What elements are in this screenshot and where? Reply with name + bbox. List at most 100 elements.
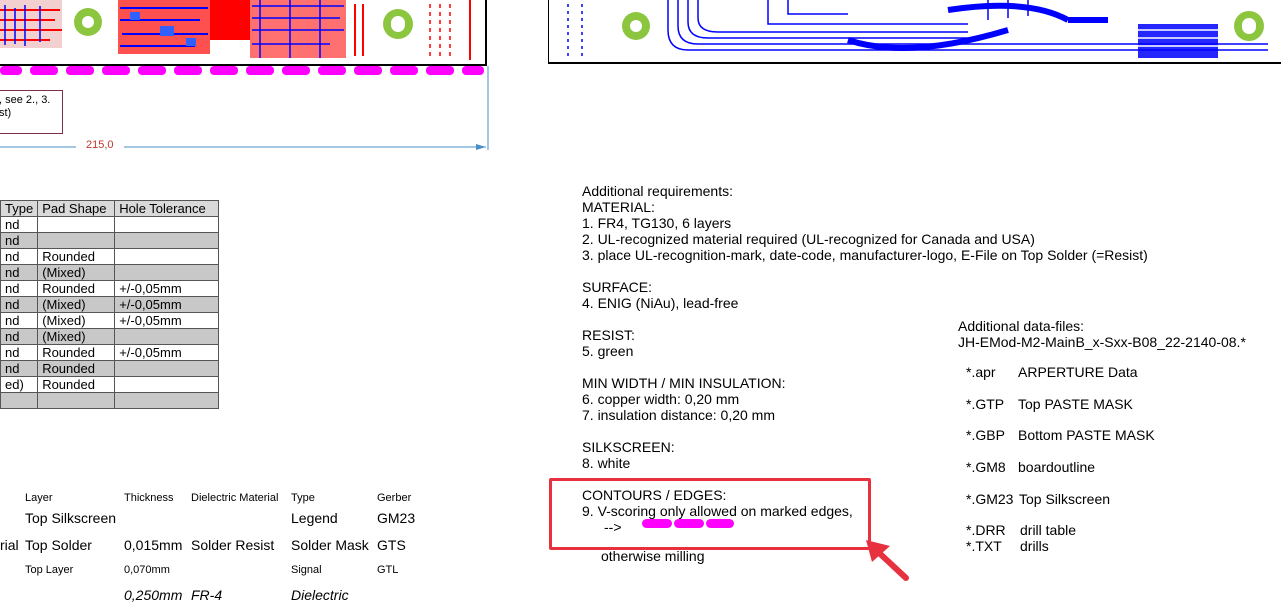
stackup-row3-gerber: GTL	[377, 564, 399, 576]
drill-cell-type: nd	[0, 264, 39, 281]
requirement-3: 3. place UL-recognition-mark, date-code,…	[582, 247, 1148, 263]
drill-table: Type Pad Shape Hole Tolerance nd nd nd Roun…	[0, 200, 220, 409]
drill-cell-pad-shape: (Mixed)	[37, 264, 116, 281]
v-score-marks	[0, 66, 484, 75]
stackup-row2-layer: Top Solder	[25, 537, 92, 553]
drill-cell-pad-shape: (Mixed)	[37, 312, 116, 329]
note-callout-line2: st)	[0, 107, 12, 119]
drill-table-header: Type Pad Shape Hole Tolerance	[0, 200, 220, 217]
mounting-hole-right-2	[1234, 11, 1264, 41]
highlight-box	[549, 478, 871, 550]
stackup-row2-dielectric: Solder Resist	[191, 537, 275, 553]
drill-cell-hole-tolerance: +/-0,05mm	[114, 280, 220, 297]
datafiles-filename: JH-EMod-M2-MainB_x-Sxx-B08_22-2140-08.*	[958, 334, 1246, 350]
requirement-2: 2. UL-recognized material required (UL-r…	[582, 231, 1035, 247]
drill-cell-pad-shape: Rounded	[37, 344, 116, 361]
requirement-1: 1. FR4, TG130, 6 layers	[582, 215, 732, 231]
datafile-ext: *.DRR	[966, 522, 1006, 538]
stackup-row2-thickness: 0,015mm	[124, 537, 183, 553]
note-callout-line1: , see 2., 3.	[0, 94, 51, 106]
drill-cell-hole-tolerance	[114, 232, 220, 249]
drill-cell-pad-shape: Rounded	[37, 360, 116, 377]
datafile-ext: *.GTP	[966, 396, 1005, 412]
datafile-desc: Top Silkscreen	[1019, 491, 1111, 507]
pcb-top-view-left	[0, 0, 489, 150]
stackup-row1-type: Legend	[291, 510, 338, 526]
stackup-header-layer: Layer	[25, 492, 53, 504]
drill-table-row: nd Rounded +/-0,05mm	[0, 344, 220, 361]
drill-table-body: nd nd nd Rounded nd (Mixed) nd Rounded +/-0,05mm…	[0, 216, 220, 409]
copper-pour	[1138, 24, 1218, 58]
datafile-desc: Bottom PASTE MASK	[1018, 427, 1155, 443]
surface-heading: SURFACE:	[582, 279, 653, 295]
drill-header-hole-tolerance: Hole Tolerance	[114, 200, 220, 217]
datafiles-title: Additional data-files:	[958, 318, 1085, 334]
drill-table-row: nd Rounded +/-0,05mm	[0, 280, 220, 297]
drill-table-row: nd (Mixed) +/-0,05mm	[0, 296, 220, 313]
drill-cell-type: nd	[0, 360, 39, 377]
drill-cell-type: nd	[0, 344, 39, 361]
requirement-9-milling: otherwise milling	[601, 548, 705, 564]
pcb-bottom-view-right	[548, 0, 1281, 64]
datafile-desc: Top PASTE MASK	[1018, 396, 1133, 412]
drill-cell-pad-shape	[37, 232, 116, 249]
stackup-header-thickness: Thickness	[124, 492, 174, 504]
datafile-ext: *.apr	[966, 364, 996, 380]
drill-cell-type: nd	[0, 216, 39, 233]
drill-cell-type: nd	[0, 328, 39, 345]
drill-table-row: ed) Rounded	[0, 376, 220, 393]
drill-table-row: nd (Mixed)	[0, 264, 220, 281]
requirement-4: 4. ENIG (NiAu), lead-free	[582, 295, 739, 311]
drill-cell-hole-tolerance	[114, 216, 220, 233]
drill-cell-hole-tolerance	[114, 392, 220, 409]
stackup-row2-gerber: GTS	[377, 537, 406, 553]
drill-cell-type: nd	[0, 248, 39, 265]
stackup-row3-layer: Top Layer	[25, 564, 74, 576]
stackup-row1-layer: Top Silkscreen	[25, 510, 117, 526]
drill-cell-hole-tolerance	[114, 264, 220, 281]
drill-cell-type	[0, 392, 39, 409]
datafile-ext: *.GM8	[966, 459, 1006, 475]
mounting-hole-left-1	[74, 8, 102, 36]
drill-cell-hole-tolerance	[114, 328, 220, 345]
drill-cell-hole-tolerance	[114, 248, 220, 265]
drill-cell-hole-tolerance	[114, 360, 220, 377]
drill-cell-hole-tolerance	[114, 376, 220, 393]
datafile-desc: drills	[1020, 538, 1049, 554]
drill-table-row: nd Rounded	[0, 360, 220, 377]
drill-cell-type: ed)	[0, 376, 39, 393]
drill-cell-pad-shape	[37, 216, 116, 233]
material-heading: MATERIAL:	[582, 199, 655, 215]
drill-cell-pad-shape: Rounded	[37, 280, 116, 297]
drill-cell-pad-shape: (Mixed)	[37, 296, 116, 313]
drill-cell-hole-tolerance: +/-0,05mm	[114, 312, 220, 329]
stackup-row3-thickness: 0,070mm	[124, 564, 170, 576]
drill-cell-type: nd	[0, 280, 39, 297]
drill-table-row: nd Rounded	[0, 248, 220, 265]
stackup-header-type: Type	[291, 492, 315, 504]
mounting-hole-right-1	[622, 12, 650, 40]
highlight-arrow-icon	[866, 540, 909, 581]
drill-table-row: nd (Mixed) +/-0,05mm	[0, 312, 220, 329]
datafile-desc: drill table	[1020, 522, 1077, 538]
stackup-header-gerber: Gerber	[377, 492, 412, 504]
drill-table-row: nd (Mixed)	[0, 328, 220, 345]
dimension-label: 215,0	[86, 139, 114, 151]
stackup-header-dielectric: Dielectric Material	[191, 492, 279, 504]
stackup-row4-thickness: 0,250mm	[124, 587, 183, 603]
datafile-ext: *.GM23	[966, 491, 1014, 507]
mounting-hole-left-2	[383, 9, 413, 39]
datafile-desc: boardoutline	[1018, 459, 1096, 475]
drill-cell-pad-shape: Rounded	[37, 248, 116, 265]
drill-header-pad-shape: Pad Shape	[37, 200, 116, 217]
drill-cell-type: nd	[0, 232, 39, 249]
drill-cell-hole-tolerance: +/-0,05mm	[114, 344, 220, 361]
datafile-ext: *.TXT	[966, 538, 1002, 554]
drill-table-row: nd	[0, 216, 220, 233]
drill-table-row: nd	[0, 232, 220, 249]
drill-cell-pad-shape: Rounded	[37, 376, 116, 393]
drill-cell-pad-shape	[37, 392, 116, 409]
stackup-row3-type: Signal	[291, 564, 322, 576]
stackup-row1-gerber: GM23	[377, 510, 416, 526]
stackup-row2-prefix: rial	[0, 537, 19, 553]
